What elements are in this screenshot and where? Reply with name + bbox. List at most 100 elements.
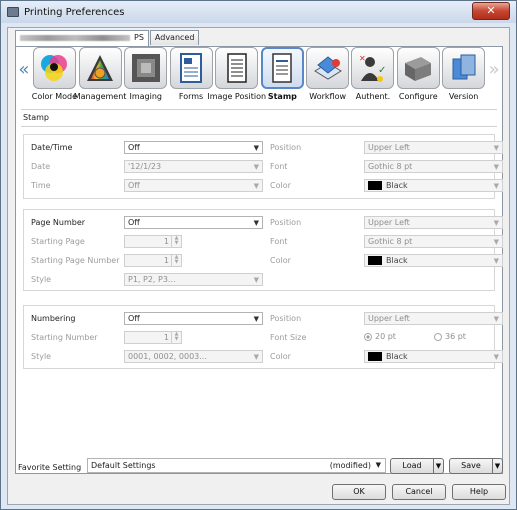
window-title: Printing Preferences <box>24 6 125 18</box>
starting-page-number-stepper[interactable]: 1 ▲ ▼ <box>124 254 182 267</box>
management-icon <box>87 55 114 81</box>
scroll-left-arrow-icon[interactable]: « <box>16 47 32 107</box>
pagenumber-value: Off <box>128 218 140 227</box>
tab-ps[interactable]: PS <box>15 30 149 46</box>
date-select[interactable]: '12/1/23 ▼ <box>124 160 263 173</box>
numbering-style-select[interactable]: 0001, 0002, 0003... ▼ <box>124 350 263 363</box>
time-select[interactable]: Off ▼ <box>124 179 263 192</box>
load-dropdown-icon[interactable]: ▼ <box>433 459 443 473</box>
radio-selected-icon <box>364 332 372 341</box>
date-value: '12/1/23 <box>128 162 162 171</box>
starting-number-label: Starting Number <box>31 333 98 342</box>
datetime-select[interactable]: Off ▼ <box>124 141 263 154</box>
datetime-position-label: Position <box>270 143 302 152</box>
tab-advanced[interactable]: Advanced <box>149 30 200 45</box>
datetime-font-label: Font <box>270 162 288 171</box>
settings-panel: « Color Mode Management Imaging Forms Im… <box>15 46 503 474</box>
starting-page-stepper[interactable]: 1 ▲ ▼ <box>124 235 182 248</box>
category-label: Forms <box>178 92 204 101</box>
time-label: Time <box>31 181 51 190</box>
pagenumber-position-label: Position <box>270 218 302 227</box>
spin-arrows-icon[interactable]: ▲ ▼ <box>171 255 181 266</box>
close-button[interactable]: ✕ <box>472 2 510 20</box>
category-image-position[interactable]: Image Position <box>207 47 266 101</box>
numbering-select[interactable]: Off ▼ <box>124 312 263 325</box>
chevron-down-icon: ▼ <box>493 353 499 361</box>
starting-number-stepper[interactable]: 1 ▲ ▼ <box>124 331 182 344</box>
help-button[interactable]: Help <box>452 484 506 500</box>
printing-preferences-window: Printing Preferences ✕ PS Advanced « Col… <box>0 0 517 510</box>
section-label-stamp: Stamp <box>23 113 49 122</box>
numbering-style-label: Style <box>31 352 52 361</box>
spin-arrows-icon[interactable]: ▲ ▼ <box>171 332 181 343</box>
fontsize-radio-36pt[interactable]: 36 pt <box>434 332 466 341</box>
favorite-setting-row: Favorite Setting Default Settings (modifi… <box>8 456 509 480</box>
ok-button[interactable]: OK <box>332 484 386 500</box>
category-authentication[interactable]: ✕ ✓ Authent. <box>350 47 395 101</box>
category-color-mode[interactable]: Color Mode <box>32 47 77 101</box>
numbering-color-label: Color <box>270 352 291 361</box>
tab-strip: PS Advanced <box>15 30 200 46</box>
pagenumber-font-label: Font <box>270 237 288 246</box>
category-label: Imaging <box>129 92 162 101</box>
chevron-down-icon: ▼ <box>375 461 381 469</box>
pagenumber-select[interactable]: Off ▼ <box>124 216 263 229</box>
category-imaging[interactable]: Imaging <box>123 47 168 101</box>
color-swatch <box>368 352 382 361</box>
category-label: Authent. <box>355 92 391 101</box>
save-dropdown-icon[interactable]: ▼ <box>492 459 502 473</box>
favorite-setting-select[interactable]: Default Settings (modified) ▼ <box>87 458 386 473</box>
svg-text:✓: ✓ <box>378 65 386 76</box>
pagenumber-position-select[interactable]: Upper Left ▼ <box>364 216 503 229</box>
datetime-color-select[interactable]: Black ▼ <box>364 179 503 192</box>
spin-arrows-icon[interactable]: ▲ ▼ <box>171 236 181 247</box>
starting-page-value: 1 <box>163 237 169 246</box>
category-version[interactable]: Version <box>441 47 486 101</box>
favorite-setting-label: Favorite Setting <box>18 463 82 472</box>
category-stamp[interactable]: Stamp <box>260 47 305 101</box>
pagenumber-font-select[interactable]: Gothic 8 pt ▼ <box>364 235 503 248</box>
save-button[interactable]: Save ▼ <box>449 458 503 474</box>
category-label: Color Mode <box>31 92 78 101</box>
color-swatch <box>368 181 382 190</box>
color-value: Black <box>386 181 408 190</box>
chevron-down-icon: ▼ <box>253 163 259 171</box>
category-management[interactable]: Management <box>74 47 126 101</box>
numbering-color-select[interactable]: Black ▼ <box>364 350 503 363</box>
position-value: Upper Left <box>368 218 410 227</box>
pagenumber-color-select[interactable]: Black ▼ <box>364 254 503 267</box>
date-label: Date <box>31 162 51 171</box>
chevron-down-icon: ▼ <box>253 182 259 190</box>
imaging-icon <box>131 54 160 82</box>
datetime-font-select[interactable]: Gothic 8 pt ▼ <box>364 160 503 173</box>
datetime-position-select[interactable]: Upper Left ▼ <box>364 141 503 154</box>
separator <box>21 126 497 127</box>
font-value: Gothic 8 pt <box>368 162 413 171</box>
category-label: Image Position <box>207 92 267 101</box>
pagenumber-color-label: Color <box>270 256 291 265</box>
title-bar[interactable]: Printing Preferences ✕ <box>1 1 516 23</box>
numbering-fontsize-label: Font Size <box>270 333 307 342</box>
numbering-position-select[interactable]: Upper Left ▼ <box>364 312 503 325</box>
cancel-button[interactable]: Cancel <box>392 484 446 500</box>
color-value: Black <box>386 256 408 265</box>
scroll-right-arrow-icon: » <box>488 59 500 80</box>
load-button[interactable]: Load ▼ <box>390 458 444 474</box>
position-value: Upper Left <box>368 143 410 152</box>
radio-unselected-icon <box>434 332 442 341</box>
category-label: Version <box>448 92 479 101</box>
save-label: Save <box>461 461 481 470</box>
favorite-value: Default Settings <box>91 461 156 470</box>
chevron-down-icon: ▼ <box>493 219 499 227</box>
category-label: Management <box>73 92 127 101</box>
fontsize-radio-20pt[interactable]: 20 pt <box>364 332 396 341</box>
color-value: Black <box>386 352 408 361</box>
starting-page-number-value: 1 <box>163 256 169 265</box>
category-workflow[interactable]: Workflow <box>305 47 350 101</box>
pagenumber-style-label: Style <box>31 275 52 284</box>
chevron-down-icon: ▼ <box>493 163 499 171</box>
pagenumber-style-select[interactable]: P1, P2, P3... ▼ <box>124 273 263 286</box>
category-configure[interactable]: Configure <box>396 47 441 101</box>
separator <box>21 109 497 110</box>
fontsize-option-label: 36 pt <box>445 332 466 341</box>
